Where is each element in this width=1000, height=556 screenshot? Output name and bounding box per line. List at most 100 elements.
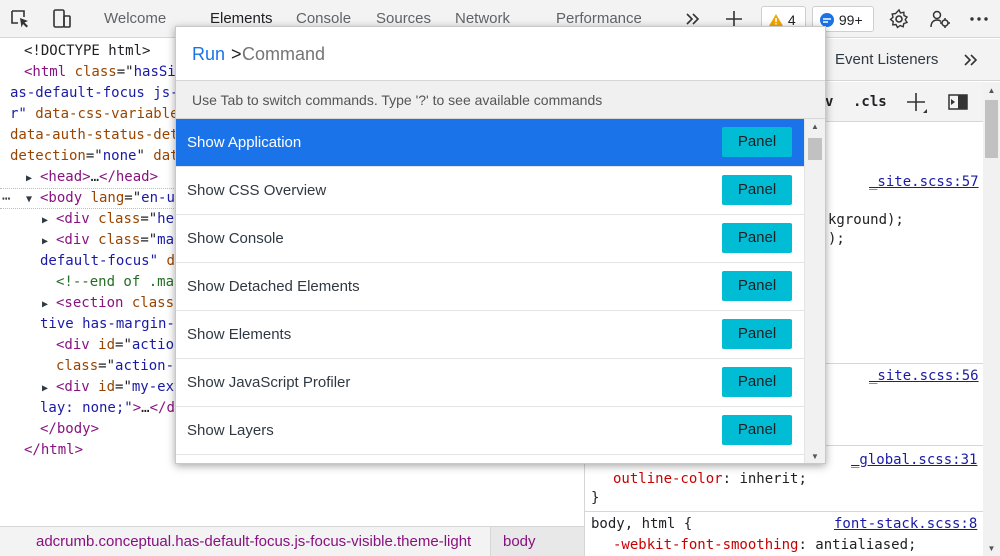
code-token: id xyxy=(98,337,116,353)
code-token: class xyxy=(98,232,141,248)
code-token: </head> xyxy=(99,169,159,185)
tree-line-comment[interactable]: <!--end of .ma xyxy=(56,272,174,293)
tree-line-div-attrs[interactable]: default-focus" d xyxy=(40,251,175,272)
code-token: d xyxy=(166,253,175,269)
source-link[interactable]: _site.scss:56 xyxy=(869,368,979,384)
code-token: en-u xyxy=(141,190,175,206)
command-category-badge: Panel xyxy=(722,127,792,157)
tree-line-html-attrs[interactable]: data-auth-status-det xyxy=(10,125,179,146)
expand-triangle-icon[interactable]: ▶ xyxy=(42,210,48,231)
hov-toggle[interactable]: v xyxy=(825,82,833,122)
breadcrumb-path[interactable]: adcrumb.conceptual.has-default-focus.js-… xyxy=(36,527,471,556)
messages-count: 99+ xyxy=(838,12,863,29)
css-selector[interactable]: body, html { xyxy=(591,516,692,532)
command-category-badge: Panel xyxy=(722,415,792,445)
tree-line-body[interactable]: <body lang="en-u xyxy=(40,188,175,209)
tree-line-div[interactable]: <div id="my-ext xyxy=(56,377,182,398)
expand-triangle-icon[interactable]: ▶ xyxy=(42,231,48,252)
command-item-show-application[interactable]: Show Application Panel xyxy=(176,119,804,167)
command-item-show-layers[interactable]: Show Layers Panel xyxy=(176,407,804,455)
tree-line-div-attrs[interactable]: lay: none;">…</d xyxy=(40,398,175,419)
scroll-down-icon[interactable]: ▼ xyxy=(805,449,825,463)
scrollbar-thumb[interactable] xyxy=(985,100,998,158)
source-link[interactable]: _site.scss:57 xyxy=(869,174,979,190)
command-label: Show CSS Overview xyxy=(187,182,327,199)
code-token: =" xyxy=(115,337,132,353)
code-token: class xyxy=(56,358,99,374)
code-token: =" xyxy=(116,64,134,80)
tree-line-div[interactable]: <div class="ma xyxy=(56,230,174,251)
tree-line-div[interactable]: <div class="he xyxy=(56,209,174,230)
rule-divider xyxy=(585,511,985,512)
device-emulation-icon[interactable] xyxy=(51,8,73,30)
customize-icon[interactable] xyxy=(929,8,951,30)
command-item-show-javascript-profiler[interactable]: Show JavaScript Profiler Panel xyxy=(176,359,804,407)
expand-triangle-icon[interactable]: ▶ xyxy=(26,168,32,189)
code-token: </body> xyxy=(40,421,100,437)
command-item-show-detached-elements[interactable]: Show Detached Elements Panel xyxy=(176,263,804,311)
tree-line-doctype[interactable]: <!DOCTYPE html> xyxy=(24,41,150,62)
code-token: <html xyxy=(24,64,75,80)
command-item-partial[interactable] xyxy=(176,455,804,464)
code-token: <section xyxy=(56,295,132,311)
code-token: class xyxy=(74,64,117,80)
scroll-up-icon[interactable]: ▲ xyxy=(805,119,825,135)
code-token: =" xyxy=(115,379,132,395)
code-token: ma xyxy=(157,232,175,248)
command-list: Show Application Panel Show CSS Overview… xyxy=(176,119,804,464)
tree-line-html-attrs[interactable]: detection="none" dat xyxy=(10,146,179,167)
code-token: =" xyxy=(85,148,103,164)
cls-toggle[interactable]: .cls xyxy=(853,82,887,122)
command-input-bar[interactable]: Run > xyxy=(176,27,825,81)
more-options-icon[interactable] xyxy=(968,8,990,30)
command-label: Show JavaScript Profiler xyxy=(187,374,351,391)
tree-line-html-attrs[interactable]: as-default-focus js- xyxy=(10,83,179,104)
tree-line-div[interactable]: <div id="actio xyxy=(56,335,174,356)
tree-line-head[interactable]: <head>…</head> xyxy=(40,167,158,188)
command-hint: Use Tab to switch commands. Type '?' to … xyxy=(176,81,825,119)
scroll-down-icon[interactable]: ▼ xyxy=(983,541,1000,556)
expand-triangle-icon[interactable]: ▶ xyxy=(42,294,48,315)
tree-line-html-attrs[interactable]: r" data-css-variable xyxy=(10,104,179,125)
css-declaration[interactable]: -webkit-font-smoothing: antialiased; xyxy=(613,537,916,553)
settings-icon[interactable] xyxy=(888,8,910,30)
css-declaration[interactable]: outline-color: inherit; xyxy=(613,471,807,487)
command-item-show-console[interactable]: Show Console Panel xyxy=(176,215,804,263)
tree-line-html-close[interactable]: </html> xyxy=(24,440,83,461)
code-token: <body xyxy=(40,190,91,206)
node-dots[interactable]: ⋯ xyxy=(2,189,10,210)
toggle-computed-sidebar-icon[interactable] xyxy=(947,92,969,112)
styles-scrollbar[interactable]: ▲ ▼ xyxy=(983,83,1000,556)
tree-line-section[interactable]: <section class xyxy=(56,293,174,314)
code-token: <div xyxy=(56,211,99,227)
code-token: r" xyxy=(10,106,36,122)
command-item-show-elements[interactable]: Show Elements Panel xyxy=(176,311,804,359)
code-token: =" xyxy=(98,358,116,374)
run-prefix: Run xyxy=(192,44,226,64)
command-menu: Run > Use Tab to switch commands. Type '… xyxy=(175,26,826,464)
expand-triangle-icon[interactable]: ▶ xyxy=(42,378,48,399)
tree-line-div-attrs[interactable]: class="action- xyxy=(56,356,174,377)
breadcrumb-current[interactable]: body xyxy=(490,527,584,556)
source-link[interactable]: _global.scss:31 xyxy=(851,452,977,468)
tree-line-section-attrs[interactable]: tive has-margin- xyxy=(40,314,175,335)
code-token: hasSi xyxy=(133,64,176,80)
command-list-scrollbar[interactable]: ▲ ▼ xyxy=(804,119,825,463)
collapse-triangle-icon[interactable]: ▼ xyxy=(26,189,32,210)
tree-line-html[interactable]: <html class="hasSi xyxy=(24,62,176,83)
scrollbar-thumb[interactable] xyxy=(808,138,822,160)
command-category-badge xyxy=(722,463,792,464)
css-snippet: kground); xyxy=(828,212,904,228)
more-subtabs-icon[interactable] xyxy=(961,50,981,70)
tab-welcome[interactable]: Welcome xyxy=(104,0,166,38)
command-item-show-css-overview[interactable]: Show CSS Overview Panel xyxy=(176,167,804,215)
command-input[interactable] xyxy=(242,40,802,68)
breadcrumb: adcrumb.conceptual.has-default-focus.js-… xyxy=(0,526,584,556)
new-style-rule-icon[interactable] xyxy=(905,91,929,115)
inspect-icon[interactable] xyxy=(9,8,31,30)
tab-event-listeners[interactable]: Event Listeners xyxy=(835,39,938,81)
source-link[interactable]: font-stack.scss:8 xyxy=(834,516,977,532)
tree-line-body-close[interactable]: </body> xyxy=(40,419,99,440)
command-category-badge: Panel xyxy=(722,319,792,349)
scroll-up-icon[interactable]: ▲ xyxy=(983,83,1000,98)
